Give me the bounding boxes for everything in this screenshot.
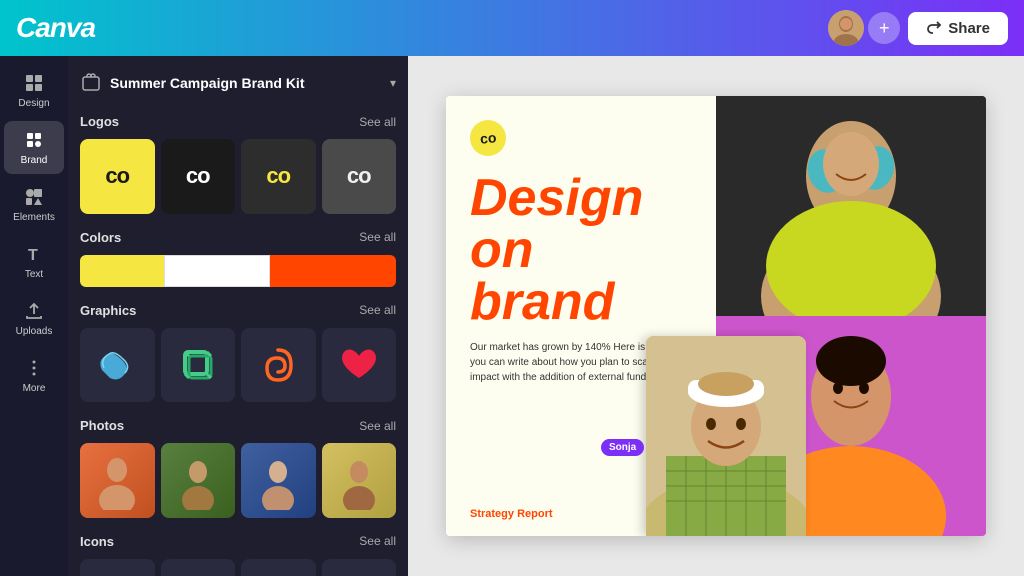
graphics-grid bbox=[80, 328, 396, 403]
logo-item-medgray[interactable]: co bbox=[322, 139, 397, 214]
text-icon: T bbox=[23, 243, 45, 265]
design-canvas: co Design on brand Our market has grown … bbox=[446, 96, 986, 536]
graphic-item-2[interactable] bbox=[161, 328, 236, 403]
icon-item-document[interactable] bbox=[322, 559, 397, 576]
logo-co-text-4: co bbox=[347, 163, 371, 189]
sonja-collaborator-tag: Sonja bbox=[601, 439, 644, 456]
design-icon bbox=[23, 72, 45, 94]
sidebar-item-design[interactable]: Design bbox=[4, 64, 64, 117]
logo-co-text-1: co bbox=[105, 163, 129, 189]
app-header: Canva + Share bbox=[0, 0, 1024, 56]
sidebar-item-uploads[interactable]: Uploads bbox=[4, 292, 64, 345]
photo-item-3[interactable] bbox=[241, 443, 316, 518]
color-orange bbox=[270, 255, 396, 287]
graphics-title: Graphics bbox=[80, 303, 136, 318]
svg-text:T: T bbox=[28, 247, 38, 264]
color-yellow bbox=[80, 255, 164, 287]
headline-line1: Design bbox=[470, 172, 692, 224]
text-label: Text bbox=[25, 269, 43, 280]
graphic-item-4[interactable] bbox=[322, 328, 397, 403]
header-right: + Share bbox=[828, 10, 1008, 46]
logo-co-text-2: co bbox=[186, 163, 210, 189]
elements-icon bbox=[23, 186, 45, 208]
add-collaborator-button[interactable]: + bbox=[868, 12, 900, 44]
sidebar-item-elements[interactable]: Elements bbox=[4, 178, 64, 231]
logos-title: Logos bbox=[80, 114, 119, 129]
headline-line2: on brand bbox=[470, 224, 692, 328]
design-label: Design bbox=[18, 98, 49, 109]
canvas-logo: co bbox=[470, 120, 692, 156]
brand-panel: Summer Campaign Brand Kit ▾ Logos See al… bbox=[68, 56, 408, 576]
share-button[interactable]: Share bbox=[908, 12, 1008, 45]
avatar-group: + bbox=[828, 10, 900, 46]
more-label: More bbox=[23, 383, 46, 394]
sidebar-item-more[interactable]: More bbox=[4, 349, 64, 402]
logo-item-black[interactable]: co bbox=[161, 139, 236, 214]
colors-title: Colors bbox=[80, 230, 121, 245]
icons-title: Icons bbox=[80, 534, 114, 549]
logo-item-yellow[interactable]: co bbox=[80, 139, 155, 214]
icons-grid bbox=[80, 559, 396, 576]
photos-section-header: Photos See all bbox=[80, 418, 396, 433]
sidebar-icons: Design Brand Ele bbox=[0, 56, 68, 576]
photos-title: Photos bbox=[80, 418, 124, 433]
colors-bar[interactable] bbox=[80, 255, 396, 287]
photos-grid bbox=[80, 443, 396, 518]
share-label: Share bbox=[948, 20, 990, 37]
design-footer-text: Strategy Report bbox=[470, 508, 553, 520]
photo-overlay bbox=[646, 336, 806, 536]
brand-kit-header[interactable]: Summer Campaign Brand Kit ▾ bbox=[80, 68, 396, 98]
photo-item-4[interactable] bbox=[322, 443, 397, 518]
brand-kit-icon bbox=[80, 72, 102, 94]
sidebar-item-brand[interactable]: Brand bbox=[4, 121, 64, 174]
graphics-see-all[interactable]: See all bbox=[359, 303, 396, 317]
brand-label: Brand bbox=[21, 155, 48, 166]
brand-kit-name: Summer Campaign Brand Kit bbox=[110, 75, 382, 91]
elements-label: Elements bbox=[13, 212, 55, 223]
canvas-logo-circle: co bbox=[470, 120, 506, 156]
canvas-top-right-photo bbox=[716, 96, 986, 316]
canvas-logo-text: co bbox=[479, 129, 497, 146]
avatar[interactable] bbox=[828, 10, 864, 46]
logo-item-darkgray[interactable]: co bbox=[241, 139, 316, 214]
more-icon bbox=[23, 357, 45, 379]
canva-logo: Canva bbox=[16, 12, 95, 44]
logos-see-all[interactable]: See all bbox=[359, 115, 396, 129]
colors-see-all[interactable]: See all bbox=[359, 230, 396, 244]
share-icon bbox=[926, 20, 942, 36]
logo-co-text-3: co bbox=[266, 163, 290, 189]
brand-icon bbox=[23, 129, 45, 151]
icon-item-arrow[interactable] bbox=[241, 559, 316, 576]
canvas-area: co Design on brand Our market has grown … bbox=[408, 56, 1024, 576]
photo-item-2[interactable] bbox=[161, 443, 236, 518]
main-layout: Design Brand Ele bbox=[0, 56, 1024, 576]
design-headline: Design on brand bbox=[470, 172, 692, 328]
color-white bbox=[164, 255, 271, 287]
chevron-down-icon: ▾ bbox=[390, 76, 396, 90]
icon-item-person[interactable] bbox=[80, 559, 155, 576]
logos-grid: co co co co bbox=[80, 139, 396, 214]
uploads-label: Uploads bbox=[16, 326, 53, 337]
graphic-item-3[interactable] bbox=[241, 328, 316, 403]
graphics-section-header: Graphics See all bbox=[80, 303, 396, 318]
photos-see-all[interactable]: See all bbox=[359, 419, 396, 433]
logos-section-header: Logos See all bbox=[80, 114, 396, 129]
sidebar-item-text[interactable]: T Text bbox=[4, 235, 64, 288]
icons-section-header: Icons See all bbox=[80, 534, 396, 549]
icons-see-all[interactable]: See all bbox=[359, 534, 396, 548]
colors-section-header: Colors See all bbox=[80, 230, 396, 245]
icon-item-heart[interactable] bbox=[161, 559, 236, 576]
graphic-item-1[interactable] bbox=[80, 328, 155, 403]
photo-item-1[interactable] bbox=[80, 443, 155, 518]
uploads-icon bbox=[23, 300, 45, 322]
